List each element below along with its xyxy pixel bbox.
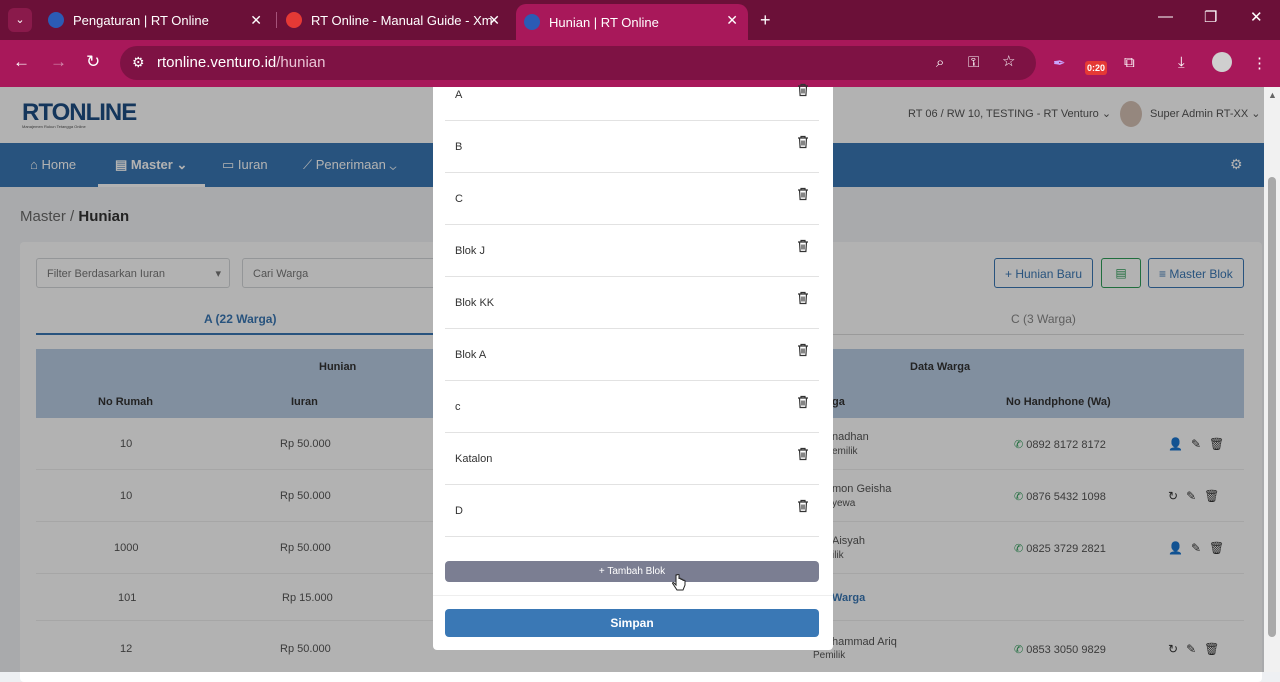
new-tab-plus-icon[interactable]: + bbox=[760, 10, 771, 31]
close-tab-icon[interactable]: ✕ bbox=[488, 12, 500, 29]
simpan-button[interactable]: Simpan bbox=[445, 609, 819, 637]
blok-item: D bbox=[445, 485, 819, 537]
blok-item: C bbox=[445, 173, 819, 225]
blok-name[interactable]: D bbox=[455, 505, 463, 517]
browser-tab-hunian[interactable]: Hunian | RT Online ✕ bbox=[516, 4, 748, 40]
tab-separator bbox=[276, 12, 277, 28]
back-arrow-icon[interactable]: ← bbox=[13, 52, 30, 72]
tab-search-chevron-down-icon[interactable]: ⌄ bbox=[8, 8, 32, 32]
feather-extension-icon[interactable]: ✒ bbox=[1053, 54, 1066, 72]
blok-item: c bbox=[445, 381, 819, 433]
blok-name[interactable]: Katalon bbox=[455, 453, 492, 465]
url-host: rtonline.venturo.id bbox=[157, 54, 277, 71]
xmind-favicon-icon bbox=[286, 12, 302, 28]
browser-tab-bar: ⌄ Pengaturan | RT Online ✕ RT Online - M… bbox=[0, 0, 1280, 40]
password-key-icon[interactable]: ⚿ bbox=[968, 54, 979, 71]
blok-item: B bbox=[445, 121, 819, 173]
blok-name[interactable]: Blok KK bbox=[455, 297, 494, 309]
tab-title: Pengaturan | RT Online bbox=[73, 12, 209, 28]
master-blok-modal: A B C Blok J Blok KK Blok A c Katalon D + Tambah… bbox=[433, 83, 833, 650]
trash-icon[interactable] bbox=[797, 447, 809, 466]
blok-item: Blok J bbox=[445, 225, 819, 277]
close-tab-icon[interactable]: ✕ bbox=[250, 12, 262, 29]
browser-tab-manual-guide[interactable]: RT Online - Manual Guide - Xm ✕ bbox=[278, 0, 510, 40]
extension-timer-badge: 0:20 bbox=[1085, 61, 1107, 75]
minimize-icon[interactable]: — bbox=[1158, 8, 1173, 25]
reload-icon[interactable]: ↻ bbox=[86, 52, 100, 72]
blok-name[interactable]: Blok A bbox=[455, 349, 486, 361]
close-window-icon[interactable]: ✕ bbox=[1250, 8, 1263, 26]
url-text: rtonline.venturo.id/hunian bbox=[157, 54, 325, 71]
blok-name[interactable]: c bbox=[455, 401, 461, 413]
browser-tab-pengaturan[interactable]: Pengaturan | RT Online ✕ bbox=[40, 0, 272, 40]
tambah-blok-button[interactable]: + Tambah Blok bbox=[445, 561, 819, 582]
tab-title: Hunian | RT Online bbox=[549, 14, 659, 30]
trash-icon[interactable] bbox=[797, 187, 809, 206]
url-path: /hunian bbox=[276, 54, 326, 71]
zoom-icon[interactable]: ⌕ bbox=[936, 54, 944, 71]
blok-name[interactable]: Blok J bbox=[455, 245, 485, 257]
blok-item: Blok A bbox=[445, 329, 819, 381]
trash-icon[interactable] bbox=[797, 499, 809, 518]
close-tab-icon[interactable]: ✕ bbox=[726, 12, 738, 29]
trash-icon[interactable] bbox=[797, 395, 809, 414]
site-info-icon[interactable]: ⚙ bbox=[132, 54, 145, 71]
trash-icon[interactable] bbox=[797, 239, 809, 258]
scroll-up-arrow-icon[interactable]: ▲ bbox=[1268, 90, 1277, 100]
bookmark-star-icon[interactable]: ☆ bbox=[1002, 52, 1015, 70]
forward-arrow-icon[interactable]: → bbox=[50, 52, 67, 72]
scrollbar-thumb[interactable] bbox=[1268, 177, 1276, 637]
trash-icon[interactable] bbox=[797, 83, 809, 102]
blok-name[interactable]: A bbox=[455, 89, 462, 101]
modal-footer-divider bbox=[433, 595, 833, 596]
download-icon[interactable]: ⤓ bbox=[1178, 54, 1185, 71]
rt-online-favicon-icon bbox=[524, 14, 540, 30]
blok-item: A bbox=[445, 69, 819, 121]
blok-name[interactable]: C bbox=[455, 193, 463, 205]
trash-icon[interactable] bbox=[797, 343, 809, 362]
profile-avatar-icon[interactable] bbox=[1212, 52, 1232, 72]
extensions-puzzle-icon[interactable]: ⧉ bbox=[1124, 54, 1135, 71]
trash-icon[interactable] bbox=[797, 291, 809, 310]
blok-item: Katalon bbox=[445, 433, 819, 485]
rt-online-favicon-icon bbox=[48, 12, 64, 28]
menu-kebab-icon[interactable]: ⋮ bbox=[1252, 54, 1267, 72]
blok-name[interactable]: B bbox=[455, 141, 462, 153]
tab-title: RT Online - Manual Guide - Xm bbox=[311, 12, 493, 28]
restore-icon[interactable]: ❐ bbox=[1204, 8, 1217, 26]
hand-cursor-icon bbox=[672, 574, 686, 591]
blok-item: Blok KK bbox=[445, 277, 819, 329]
trash-icon[interactable] bbox=[797, 135, 809, 154]
